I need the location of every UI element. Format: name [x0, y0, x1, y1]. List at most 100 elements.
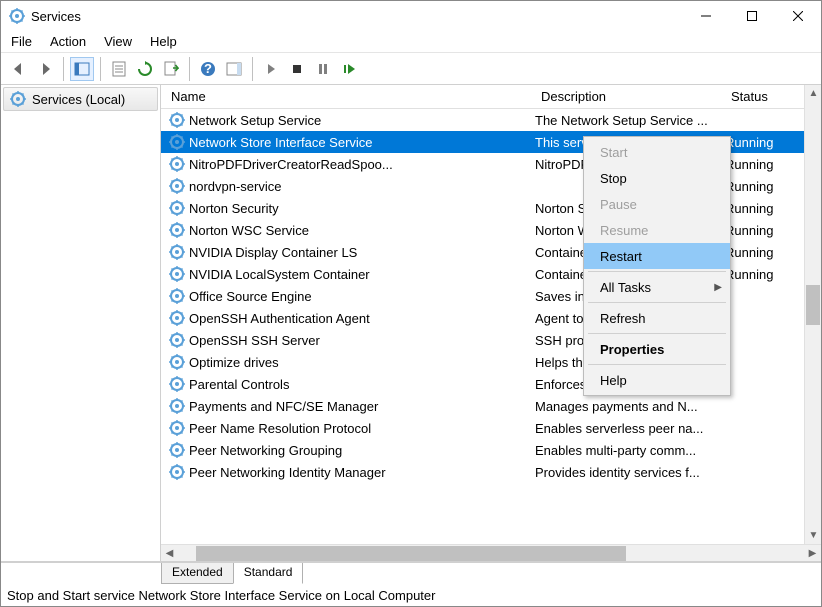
- service-icon: [169, 266, 185, 282]
- service-status: Running: [725, 223, 805, 238]
- ctx-separator: [588, 333, 726, 334]
- properties-button[interactable]: [107, 57, 131, 81]
- menu-file[interactable]: File: [11, 34, 32, 49]
- tab-standard[interactable]: Standard: [233, 563, 304, 584]
- service-icon: [169, 442, 185, 458]
- service-icon: [169, 332, 185, 348]
- vertical-scrollbar[interactable]: ▲ ▼: [804, 85, 821, 544]
- minimize-button[interactable]: [683, 1, 729, 31]
- service-description: The Network Setup Service ...: [535, 113, 725, 128]
- start-service-button[interactable]: [259, 57, 283, 81]
- ctx-all-tasks[interactable]: All Tasks▶: [584, 274, 730, 300]
- menu-action[interactable]: Action: [50, 34, 86, 49]
- service-row[interactable]: Payments and NFC/SE ManagerManages payme…: [161, 395, 821, 417]
- tree-root-label: Services (Local): [32, 92, 125, 107]
- pause-service-button[interactable]: [311, 57, 335, 81]
- export-list-button[interactable]: [159, 57, 183, 81]
- toolbar-separator: [252, 57, 253, 81]
- service-row[interactable]: Peer Networking Identity ManagerProvides…: [161, 461, 821, 483]
- service-icon: [169, 464, 185, 480]
- service-icon: [169, 222, 185, 238]
- service-description: Enables multi-party comm...: [535, 443, 725, 458]
- ctx-start: Start: [584, 139, 730, 165]
- list-pane: Name Description Status Network Setup Se…: [161, 85, 821, 561]
- service-name: OpenSSH Authentication Agent: [189, 311, 535, 326]
- back-button[interactable]: [7, 57, 31, 81]
- service-list: Network Setup ServiceThe Network Setup S…: [161, 109, 821, 544]
- window-title: Services: [31, 9, 683, 24]
- service-icon: [169, 200, 185, 216]
- service-icon: [169, 310, 185, 326]
- service-name: Norton WSC Service: [189, 223, 535, 238]
- forward-button[interactable]: [33, 57, 57, 81]
- help-button[interactable]: ?: [196, 57, 220, 81]
- show-hide-tree-button[interactable]: [70, 57, 94, 81]
- toolbar-separator: [189, 57, 190, 81]
- service-name: NVIDIA LocalSystem Container: [189, 267, 535, 282]
- service-icon: [169, 354, 185, 370]
- view-tabs: Extended Standard: [1, 562, 821, 584]
- toolbar-separator: [63, 57, 64, 81]
- service-name: NitroPDFDriverCreatorReadSpoo...: [189, 157, 535, 172]
- refresh-button[interactable]: [133, 57, 157, 81]
- toolbar: ?: [1, 53, 821, 85]
- service-icon: [169, 420, 185, 436]
- service-icon: [169, 398, 185, 414]
- close-button[interactable]: [775, 1, 821, 31]
- app-icon: [9, 8, 25, 24]
- scroll-right-icon[interactable]: ▶: [804, 545, 821, 562]
- menu-help[interactable]: Help: [150, 34, 177, 49]
- service-name: NVIDIA Display Container LS: [189, 245, 535, 260]
- ctx-stop[interactable]: Stop: [584, 165, 730, 191]
- tree-pane: Services (Local): [1, 85, 161, 561]
- maximize-button[interactable]: [729, 1, 775, 31]
- service-status: Running: [725, 267, 805, 282]
- ctx-separator: [588, 364, 726, 365]
- scroll-thumb[interactable]: [806, 285, 820, 325]
- column-header-description[interactable]: Description: [531, 85, 721, 108]
- show-hide-action-pane-button[interactable]: [222, 57, 246, 81]
- menu-view[interactable]: View: [104, 34, 132, 49]
- scroll-thumb[interactable]: [196, 546, 626, 561]
- service-status: Running: [725, 245, 805, 260]
- column-header-status[interactable]: Status: [721, 85, 801, 108]
- service-row[interactable]: Peer Networking GroupingEnables multi-pa…: [161, 439, 821, 461]
- ctx-separator: [588, 302, 726, 303]
- tab-extended[interactable]: Extended: [161, 563, 234, 584]
- service-name: Norton Security: [189, 201, 535, 216]
- service-status: Running: [725, 179, 805, 194]
- service-icon: [169, 156, 185, 172]
- service-icon: [169, 134, 185, 150]
- service-icon: [169, 288, 185, 304]
- tree-root-services-local[interactable]: Services (Local): [3, 87, 158, 111]
- service-name: Network Store Interface Service: [189, 135, 535, 150]
- services-icon: [10, 91, 26, 107]
- service-name: Parental Controls: [189, 377, 535, 392]
- service-name: nordvpn-service: [189, 179, 535, 194]
- service-row[interactable]: Peer Name Resolution ProtocolEnables ser…: [161, 417, 821, 439]
- service-status: Running: [725, 201, 805, 216]
- menu-bar: File Action View Help: [1, 31, 821, 53]
- service-description: Manages payments and N...: [535, 399, 725, 414]
- service-icon: [169, 178, 185, 194]
- service-name: Peer Name Resolution Protocol: [189, 421, 535, 436]
- stop-service-button[interactable]: [285, 57, 309, 81]
- service-name: Office Source Engine: [189, 289, 535, 304]
- scroll-down-icon[interactable]: ▼: [805, 527, 821, 544]
- ctx-properties[interactable]: Properties: [584, 336, 730, 362]
- service-icon: [169, 244, 185, 260]
- ctx-restart[interactable]: Restart: [584, 243, 730, 269]
- service-row[interactable]: Network Setup ServiceThe Network Setup S…: [161, 109, 821, 131]
- horizontal-scrollbar[interactable]: ◀ ▶: [161, 544, 821, 561]
- scroll-up-icon[interactable]: ▲: [805, 85, 821, 102]
- restart-service-button[interactable]: [337, 57, 361, 81]
- column-header-name[interactable]: Name: [161, 85, 531, 108]
- service-icon: [169, 112, 185, 128]
- scroll-left-icon[interactable]: ◀: [161, 545, 178, 562]
- column-headers: Name Description Status: [161, 85, 821, 109]
- service-description: Enables serverless peer na...: [535, 421, 725, 436]
- ctx-refresh[interactable]: Refresh: [584, 305, 730, 331]
- service-status: Running: [725, 135, 805, 150]
- ctx-help[interactable]: Help: [584, 367, 730, 393]
- ctx-pause: Pause: [584, 191, 730, 217]
